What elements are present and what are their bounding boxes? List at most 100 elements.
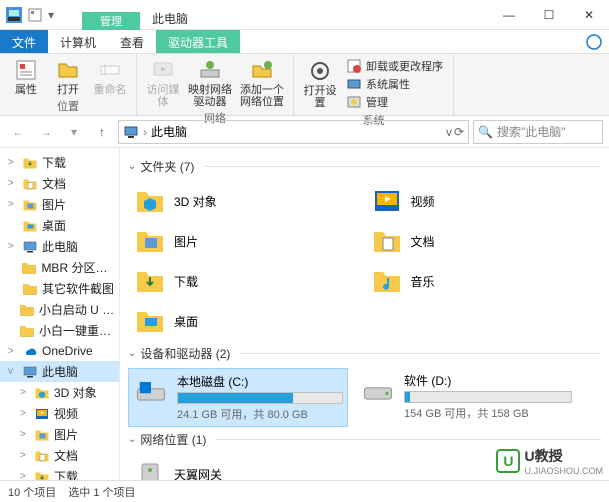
tree-item[interactable]: > 图片 <box>0 194 119 215</box>
chevron-down-icon: ⌄ <box>128 348 136 359</box>
music-icon <box>371 265 403 297</box>
tree-item[interactable]: >图片 <box>0 424 119 445</box>
gateway-icon <box>134 458 166 480</box>
search-input[interactable]: 🔍 搜索"此电脑" <box>473 120 603 144</box>
network-item[interactable]: 天翼网关 <box>128 454 365 480</box>
tab-file[interactable]: 文件 <box>0 30 48 53</box>
manage-icon <box>346 94 362 110</box>
expand-icon[interactable]: > <box>20 408 30 419</box>
ribbon-properties[interactable]: 属性 <box>6 56 46 98</box>
expand-icon[interactable]: > <box>8 178 18 189</box>
minimize-button[interactable]: — <box>489 1 529 29</box>
tree-item-label: 小白启动 U 盘制作步 <box>39 301 115 318</box>
refresh-icon[interactable]: ⟳ <box>454 125 464 139</box>
media-icon <box>151 58 175 82</box>
tree-item[interactable]: >文档 <box>0 445 119 466</box>
ribbon-add-location[interactable]: 添加一个网络位置 <box>237 56 287 110</box>
group-drives-header[interactable]: ⌄ 设备和驱动器 (2) <box>128 345 601 362</box>
expand-icon[interactable]: > <box>20 471 30 480</box>
tree-item[interactable]: >下载 <box>0 152 119 173</box>
tab-view[interactable]: 查看 <box>108 30 156 53</box>
drive-meta: 154 GB 可用，共 158 GB <box>404 405 572 421</box>
folder-item[interactable]: 音乐 <box>365 261 602 301</box>
desktop-icon <box>22 218 38 234</box>
help-button[interactable] <box>579 30 609 53</box>
app-icon <box>6 7 22 23</box>
tree-item[interactable]: >3D 对象 <box>0 382 119 403</box>
tree-item[interactable]: >OneDrive <box>0 341 119 361</box>
expand-icon[interactable]: > <box>20 429 30 440</box>
tree-item[interactable]: > 下载 <box>0 466 119 480</box>
expand-icon[interactable]: v <box>8 366 18 377</box>
tree-item[interactable]: >此电脑 <box>0 236 119 257</box>
nav-recent[interactable]: ▾ <box>62 120 86 144</box>
expand-icon[interactable]: > <box>20 450 30 461</box>
close-button[interactable]: ✕ <box>569 1 609 29</box>
ribbon-sys-props[interactable]: 系统属性 <box>346 76 443 92</box>
ribbon-uninstall[interactable]: 卸载或更改程序 <box>346 58 443 74</box>
tree-item[interactable]: v 此电脑 <box>0 361 119 382</box>
watermark-badge: U <box>496 449 520 473</box>
breadcrumb[interactable]: › 此电脑 v ⟳ <box>118 120 469 144</box>
tab-drive-tools[interactable]: 驱动器工具 <box>156 30 240 53</box>
expand-icon[interactable]: > <box>8 346 18 357</box>
qat-dropdown-icon[interactable]: ▾ <box>48 8 62 22</box>
folder-icon <box>21 260 37 276</box>
expand-icon[interactable]: > <box>20 387 30 398</box>
tab-computer[interactable]: 计算机 <box>48 30 108 53</box>
folder-label: 桌面 <box>174 313 198 330</box>
tree-item[interactable]: >文档 <box>0 173 119 194</box>
search-icon: 🔍 <box>478 125 493 139</box>
pc-icon <box>22 364 38 380</box>
drive-win-icon <box>133 373 169 409</box>
tree-item[interactable]: 小白启动 U 盘制作步 <box>0 299 119 320</box>
watermark: U U教授 U.JIAOSHOU.COM <box>496 446 603 476</box>
address-bar: ← → ▾ ↑ › 此电脑 v ⟳ 🔍 搜索"此电脑" <box>0 116 609 148</box>
ribbon-rename[interactable]: 重命名 <box>90 56 130 98</box>
expand-icon[interactable]: > <box>8 157 18 168</box>
qat-properties-icon[interactable] <box>28 8 42 22</box>
nav-back[interactable]: ← <box>6 120 30 144</box>
sys-props-icon <box>346 76 362 92</box>
tree-item[interactable]: 桌面 <box>0 215 119 236</box>
tree-item-label: 图片 <box>42 196 66 213</box>
ribbon-open-settings[interactable]: 打开设置 <box>300 56 340 112</box>
ribbon-map-drive[interactable]: 映射网络驱动器 <box>185 56 235 110</box>
tree-item[interactable]: 其它软件截图 <box>0 278 119 299</box>
ribbon-access-media[interactable]: 访问媒体 <box>143 56 183 110</box>
tree-item[interactable]: >视频 <box>0 403 119 424</box>
pc-icon <box>123 124 139 140</box>
drive-capacity-bar <box>404 391 572 403</box>
add-location-icon <box>250 58 274 82</box>
tree-item-label: 桌面 <box>42 217 66 234</box>
tree-item[interactable]: 小白一键重装 Win10 <box>0 320 119 341</box>
expand-icon[interactable]: > <box>8 199 18 210</box>
maximize-button[interactable]: ☐ <box>529 1 569 29</box>
tree-item-label: 下载 <box>54 468 78 480</box>
breadcrumb-dropdown-icon[interactable]: v <box>446 125 452 139</box>
nav-forward[interactable]: → <box>34 120 58 144</box>
folder-item[interactable]: 下载 <box>128 261 365 301</box>
folder-item[interactable]: 图片 <box>128 221 365 261</box>
drive-item[interactable]: 软件 (D:)154 GB 可用，共 158 GB <box>356 368 576 427</box>
video-icon <box>34 406 50 422</box>
drive-item[interactable]: 本地磁盘 (C:)24.1 GB 可用，共 80.0 GB <box>128 368 348 427</box>
3d-icon <box>34 385 50 401</box>
expand-icon[interactable]: > <box>8 241 18 252</box>
window-title: 此电脑 <box>152 2 188 27</box>
nav-up[interactable]: ↑ <box>90 120 114 144</box>
folder-item[interactable]: 3D 对象 <box>128 181 365 221</box>
ribbon-manage[interactable]: 管理 <box>346 94 443 110</box>
content-pane: ⌄ 文件夹 (7) 3D 对象视频图片文档下载音乐桌面 ⌄ 设备和驱动器 (2)… <box>120 148 609 480</box>
folder-item[interactable]: 桌面 <box>128 301 365 341</box>
doc-icon <box>34 448 50 464</box>
nav-tree[interactable]: >下载>文档>图片桌面>此电脑MBR 分区步骤其它软件截图小白启动 U 盘制作步… <box>0 148 120 480</box>
tree-item[interactable]: MBR 分区步骤 <box>0 257 119 278</box>
ribbon-open[interactable]: 打开 <box>48 56 88 98</box>
group-folders-header[interactable]: ⌄ 文件夹 (7) <box>128 158 601 175</box>
chevron-down-icon: ⌄ <box>128 161 136 172</box>
folder-item[interactable]: 视频 <box>365 181 602 221</box>
tree-item-label: 此电脑 <box>42 363 78 380</box>
folder-item[interactable]: 文档 <box>365 221 602 261</box>
breadcrumb-location: 此电脑 <box>151 123 442 140</box>
